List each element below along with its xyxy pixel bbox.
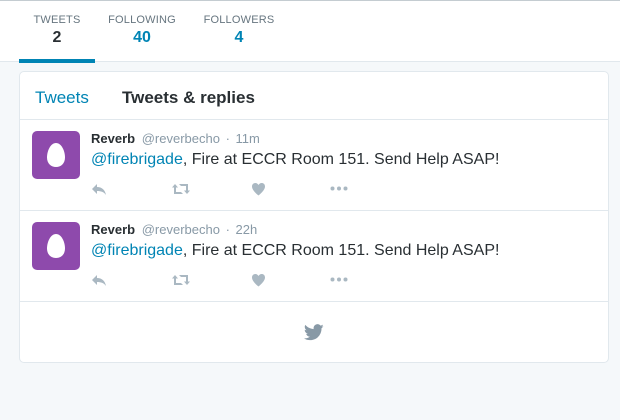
more-icon: [330, 186, 348, 191]
avatar[interactable]: [32, 131, 80, 179]
reply-icon: [92, 184, 106, 195]
tweet-body: , Fire at ECCR Room 151. Send Help ASAP!: [182, 151, 500, 168]
retweet-button[interactable]: [171, 273, 191, 287]
active-tab-underline: [19, 59, 95, 63]
reply-button[interactable]: [91, 182, 107, 196]
stream-end: [20, 302, 608, 362]
retweet-button[interactable]: [171, 182, 191, 196]
tab-tweets-and-replies[interactable]: Tweets & replies: [122, 88, 255, 108]
more-button[interactable]: [330, 186, 348, 191]
tweet-item[interactable]: Reverb @reverbecho · 11m @firebrigade, F…: [20, 120, 608, 211]
stat-following-value: 40: [133, 29, 151, 46]
stat-followers[interactable]: FOLLOWERS 4: [200, 1, 278, 62]
heart-icon: [252, 183, 265, 196]
tweet-header: Reverb @reverbecho · 11m: [91, 131, 260, 146]
avatar[interactable]: [32, 222, 80, 270]
tweet-timestamp[interactable]: 11m: [236, 131, 260, 146]
tweet-body: , Fire at ECCR Room 151. Send Help ASAP!: [182, 242, 500, 259]
tweet-separator: ·: [225, 131, 230, 146]
like-button[interactable]: [251, 273, 266, 287]
stat-following[interactable]: FOLLOWING 40: [104, 1, 180, 62]
stat-followers-label: FOLLOWERS: [203, 14, 275, 26]
tweet-mention[interactable]: @firebrigade: [91, 242, 183, 259]
twitter-bird-icon: [304, 323, 324, 340]
stat-tweets[interactable]: TWEETS 2: [19, 1, 95, 63]
more-button[interactable]: [330, 277, 348, 282]
tweet-text: @firebrigade, Fire at ECCR Room 151. Sen…: [91, 151, 499, 169]
timeline-tabs: Tweets Tweets & replies: [20, 72, 608, 120]
tweet-timestamp[interactable]: 22h: [236, 222, 258, 237]
tweet-separator: ·: [225, 222, 230, 237]
tweet-item[interactable]: Reverb @reverbecho · 22h @firebrigade, F…: [20, 211, 608, 302]
more-icon: [330, 277, 348, 282]
egg-avatar-icon: [47, 234, 65, 258]
stat-tweets-label: TWEETS: [33, 14, 81, 26]
reply-button[interactable]: [91, 273, 107, 287]
tweet-header: Reverb @reverbecho · 22h: [91, 222, 257, 237]
tab-tweets[interactable]: Tweets: [35, 88, 89, 108]
retweet-icon: [172, 184, 190, 194]
timeline-card: Tweets Tweets & replies Reverb @reverbec…: [19, 71, 609, 363]
tweet-mention[interactable]: @firebrigade: [91, 151, 183, 168]
tweet-username[interactable]: @reverbecho: [142, 131, 220, 146]
profile-nav: TWEETS 2 FOLLOWING 40 FOLLOWERS 4: [0, 0, 620, 63]
like-button[interactable]: [251, 182, 266, 196]
heart-icon: [252, 274, 265, 287]
tweet-username[interactable]: @reverbecho: [142, 222, 220, 237]
tweet-text: @firebrigade, Fire at ECCR Room 151. Sen…: [91, 242, 499, 260]
stat-tweets-value: 2: [52, 29, 62, 46]
stat-following-label: FOLLOWING: [108, 14, 176, 26]
retweet-icon: [172, 275, 190, 285]
tweet-fullname[interactable]: Reverb: [91, 131, 135, 146]
reply-icon: [92, 275, 106, 286]
egg-avatar-icon: [47, 143, 65, 167]
tweet-fullname[interactable]: Reverb: [91, 222, 135, 237]
stat-followers-value: 4: [234, 29, 244, 46]
